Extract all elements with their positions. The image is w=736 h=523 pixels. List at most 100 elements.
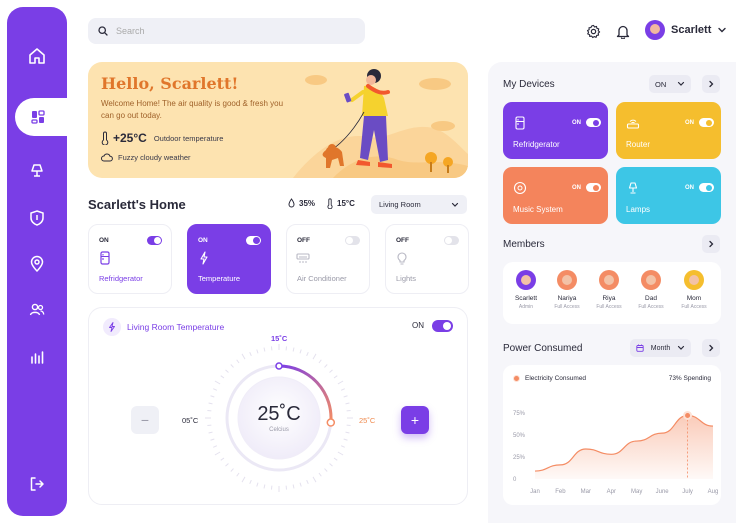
appliance-tile-refridgerator[interactable]: ON Refridgerator: [88, 224, 172, 294]
user-menu[interactable]: Scarlett: [645, 20, 727, 40]
device-card-lamps[interactable]: ON Lamps: [616, 167, 721, 224]
thermostat-power-toggle[interactable]: [432, 320, 453, 332]
device-toggle[interactable]: [699, 118, 714, 127]
home-icon[interactable]: [7, 40, 67, 72]
room-select[interactable]: Living Room: [371, 195, 467, 214]
users-icon[interactable]: [7, 294, 67, 326]
thermostat-value: 25˚C: [257, 403, 301, 425]
dial-tick: [263, 484, 266, 489]
search-bar[interactable]: [88, 18, 365, 44]
avatar: [645, 20, 665, 40]
device-filter-select[interactable]: ON: [649, 75, 691, 93]
welcome-title: Hello, Scarlett!: [101, 74, 239, 93]
welcome-card: Hello, Scarlett! Welcome Home! The air q…: [88, 62, 468, 178]
y-tick-label: 25%: [513, 455, 526, 461]
device-card-refridgerator[interactable]: ON Refridgerator: [503, 102, 608, 159]
location-icon[interactable]: [7, 248, 67, 280]
thermometer-icon: [101, 131, 109, 145]
device-toggle[interactable]: [586, 183, 601, 192]
router-icon: [626, 119, 640, 129]
member-dad[interactable]: Dad Full Access: [631, 270, 671, 310]
dial-tick: [318, 359, 322, 364]
thermostat-unit: Celcius: [269, 427, 289, 433]
dial-tick: [324, 468, 328, 472]
settings-gear-icon[interactable]: [582, 20, 604, 42]
device-toggle[interactable]: [586, 118, 601, 127]
decrease-temperature-button[interactable]: −: [131, 406, 159, 434]
member-name: Riya: [602, 295, 616, 302]
spending-label: 73% Spending: [668, 375, 711, 382]
outdoor-temperature: +25°C Outdoor temperature: [101, 131, 223, 145]
dial-tick: [208, 431, 213, 434]
appliance-toggle[interactable]: [345, 236, 360, 245]
device-card-router[interactable]: ON Router: [616, 102, 721, 159]
member-mom[interactable]: Mom Full Access: [674, 270, 714, 310]
lamp-icon[interactable]: [7, 155, 67, 187]
appliance-toggle[interactable]: [246, 236, 261, 245]
outdoor-temperature-value: +25°C: [113, 131, 147, 145]
legend-label: Electricity Consumed: [525, 375, 587, 382]
weather-status: Fuzzy cloudy weather: [101, 153, 191, 162]
dial-tick: [343, 395, 348, 398]
device-toggle[interactable]: [699, 183, 714, 192]
members-next-button[interactable]: [702, 235, 720, 253]
member-name: Dad: [645, 295, 657, 302]
appliance-tile-temperature[interactable]: ON Temperature: [187, 224, 271, 294]
increase-temperature-button[interactable]: +: [401, 406, 429, 434]
chevron-right-icon: [709, 344, 714, 352]
device-name: Lamps: [626, 205, 651, 214]
logout-icon[interactable]: [7, 468, 67, 500]
thermostat-card: Living Room Temperature ON 15˚C 05˚C 25˚…: [88, 307, 468, 505]
highlight-point[interactable]: [683, 410, 693, 420]
dial-tick: [333, 457, 338, 461]
power-chart: 75% 50% 25% 0 Jan Feb Mar Apr May June July Aug: [513, 410, 718, 495]
dashboard-icon[interactable]: [22, 101, 54, 133]
device-status: ON: [685, 185, 694, 191]
dial-tick: [318, 472, 322, 477]
dial-tick: [225, 369, 229, 373]
dial-tick: [256, 349, 259, 354]
notification-bell-icon[interactable]: [612, 20, 634, 42]
member-scarlett[interactable]: Scarlett Admin: [506, 270, 546, 310]
chevron-down-icon: [451, 202, 459, 207]
lightning-bolt-icon: [103, 318, 121, 336]
appliance-toggle[interactable]: [147, 236, 162, 245]
home-title: Scarlett's Home: [88, 197, 186, 212]
humidity-value: 35%: [299, 198, 316, 208]
power-period-select[interactable]: Month: [630, 339, 691, 357]
bar-chart-icon[interactable]: [7, 341, 67, 373]
appliance-tile-air-conditioner[interactable]: OFF Air Conditioner: [286, 224, 370, 294]
appliance-tile-lights[interactable]: OFF Lights: [385, 224, 469, 294]
my-devices-title: My Devices: [503, 79, 555, 90]
dial-tick: [230, 364, 234, 368]
dial-tick: [306, 352, 309, 357]
member-riya[interactable]: Riya Full Access: [589, 270, 629, 310]
room-select-value: Living Room: [379, 200, 421, 209]
dial-tick: [220, 457, 225, 461]
shield-icon[interactable]: [7, 202, 67, 234]
dial-tick: [236, 359, 240, 364]
dial-tick: [208, 402, 213, 405]
dial-tick: [299, 482, 302, 487]
chart-legend: Electricity Consumed: [513, 375, 586, 382]
dial-tick: [345, 431, 350, 434]
search-input[interactable]: [116, 26, 336, 36]
device-card-music-system[interactable]: ON Music System: [503, 167, 608, 224]
avatar: [641, 270, 661, 290]
power-consumed-title: Power Consumed: [503, 343, 583, 354]
devices-next-button[interactable]: [702, 75, 720, 93]
dial-start-handle: [275, 362, 283, 370]
member-nariya[interactable]: Nariya Full Access: [547, 270, 587, 310]
x-tick-label: Mar: [581, 489, 591, 495]
appliance-status: ON: [198, 237, 208, 244]
appliance-name: Air Conditioner: [297, 274, 347, 283]
weather-text: Fuzzy cloudy weather: [118, 153, 191, 162]
dial-tick: [345, 402, 350, 405]
appliance-status: OFF: [396, 237, 409, 244]
dial-tick: [333, 375, 338, 379]
humidity-stat: 35%: [288, 198, 315, 208]
appliance-toggle[interactable]: [444, 236, 459, 245]
air-conditioner-icon: [296, 253, 310, 263]
power-next-button[interactable]: [702, 339, 720, 357]
dial-tick: [340, 445, 345, 448]
